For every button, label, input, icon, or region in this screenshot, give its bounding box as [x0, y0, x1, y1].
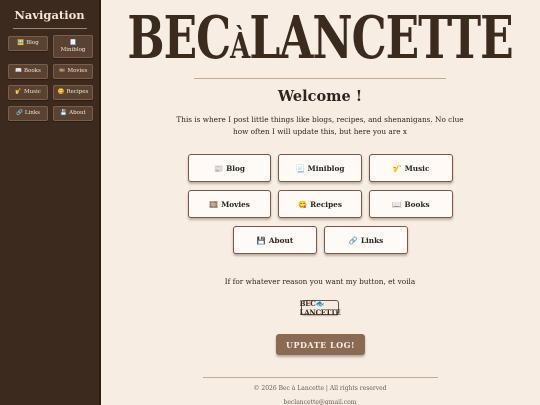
sidebar-item-label: Recipes — [66, 89, 89, 96]
card-label: Links — [360, 235, 384, 245]
card-label: Blog — [226, 163, 245, 173]
card-music[interactable]: 🎷 Music — [369, 154, 453, 182]
yum-face-icon: 😋 — [298, 199, 308, 209]
badge-text: BEC🐟LANCETTE — [299, 298, 341, 317]
card-recipes[interactable]: 😋 Recipes — [278, 190, 362, 218]
page-icon: 📃 — [69, 39, 77, 46]
logo-part-bec: BEC — [127, 3, 231, 73]
newspaper-icon: 📰 — [213, 163, 224, 173]
sidebar-item-about[interactable]: 💾 About — [53, 106, 93, 121]
floppy-icon: 💾 — [60, 110, 68, 117]
film-icon: 🎞️ — [58, 68, 66, 75]
sidebar-item-label: About — [69, 110, 86, 117]
footer-divider — [203, 377, 438, 378]
card-label: Music — [404, 163, 430, 173]
sidebar-divider — [12, 28, 87, 29]
site-button-badge[interactable]: BEC🐟LANCETTE — [299, 298, 341, 317]
yum-face-icon: 😋 — [57, 89, 65, 96]
card-links[interactable]: 🔗 Links — [324, 226, 408, 254]
card-miniblog[interactable]: 📃 Miniblog — [278, 154, 362, 182]
site-logo-text: BECÀLANCETTE — [127, 3, 513, 73]
sidebar-item-music[interactable]: 🎷 Music — [8, 85, 48, 100]
card-movies[interactable]: 🎞️ Movies — [188, 190, 271, 218]
sidebar-item-blog[interactable]: 🖼️ Blog — [8, 36, 48, 51]
page-icon: 📃 — [295, 163, 305, 173]
sidebar-item-label: Blog — [26, 40, 39, 47]
sidebar-item-recipes[interactable]: 😋 Recipes — [53, 85, 93, 100]
site-logo: BECÀLANCETTE — [127, 4, 513, 73]
button-note: If for whatever reason you want my butto… — [224, 277, 416, 286]
header-divider — [194, 78, 446, 79]
saxophone-icon: 🎷 — [392, 163, 402, 173]
sidebar-title: Navigation — [14, 8, 85, 22]
sidebar-item-miniblog[interactable]: 📃 Miniblog — [53, 35, 93, 58]
card-books[interactable]: 📖 Books — [369, 190, 453, 218]
sidebar-item-links[interactable]: 🔗 Links — [8, 106, 48, 121]
frame-icon: 🖼️ — [17, 40, 25, 47]
update-log-button[interactable]: UPDATE LOG! — [276, 334, 365, 355]
sidebar-item-label: Miniblog — [60, 46, 86, 53]
book-icon: 📖 — [15, 68, 23, 75]
card-label: Books — [404, 199, 430, 209]
link-icon: 🔗 — [16, 110, 23, 117]
sidebar-item-label: Music — [24, 89, 41, 96]
card-label: About — [268, 235, 294, 245]
logo-part-a: À — [230, 26, 250, 68]
sidebar-item-label: Movies — [67, 68, 88, 75]
card-label: Movies — [221, 199, 250, 209]
sidebar-item-label: Books — [24, 68, 41, 75]
floppy-icon: 💾 — [256, 235, 266, 245]
saxophone-icon: 🎷 — [15, 89, 22, 96]
sidebar: Navigation 🖼️ Blog 📃 Miniblog 📖 Books 🎞️ Mov… — [0, 0, 101, 405]
sidebar-item-books[interactable]: 📖 Books — [8, 64, 48, 79]
intro-text: This is where I post little things like … — [176, 115, 464, 136]
card-label: Miniblog — [307, 163, 345, 173]
sidebar-item-label: Links — [24, 110, 40, 117]
sidebar-item-movies[interactable]: 🎞️ Movies — [53, 64, 93, 79]
footer-email-link[interactable]: beclancette@gmail.com — [200, 399, 440, 405]
card-blog[interactable]: 📰 Blog — [188, 154, 271, 182]
card-about[interactable]: 💾 About — [233, 226, 317, 254]
book-icon: 📖 — [392, 199, 402, 209]
page-title: Welcome ! — [277, 88, 363, 105]
card-label: Recipes — [310, 199, 342, 209]
film-icon: 🎞️ — [209, 199, 219, 209]
logo-part-lancette: LANCETTE — [249, 3, 513, 73]
link-icon: 🔗 — [348, 235, 358, 245]
footer-copyright: © 2026 Bec à Lancette | All rights reser… — [253, 385, 387, 392]
